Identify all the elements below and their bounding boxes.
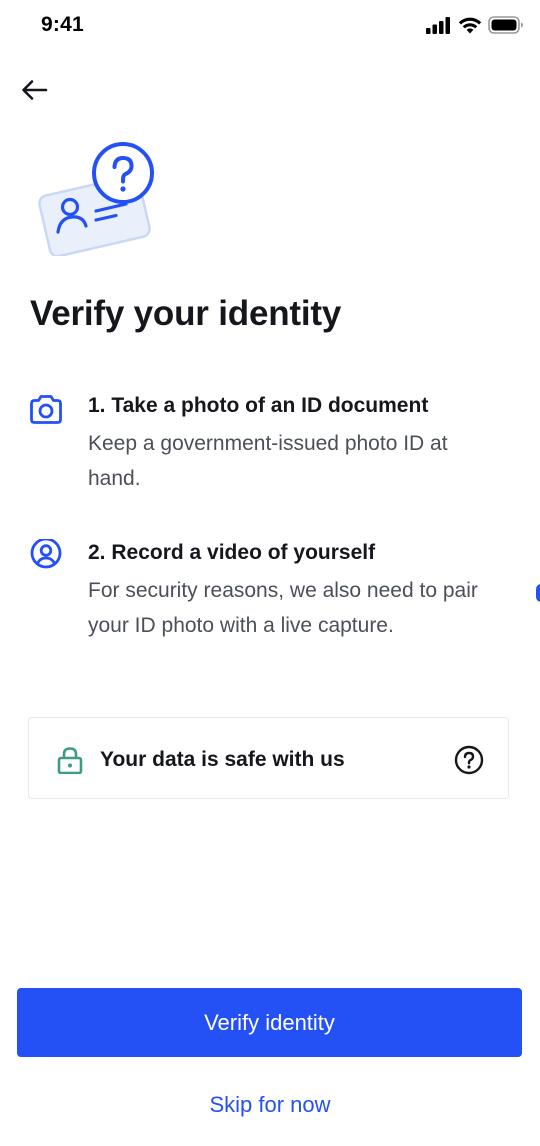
step-title: 2. Record a video of yourself	[88, 541, 376, 564]
battery-icon	[488, 16, 523, 34]
skip-for-now-link[interactable]: Skip for now	[0, 1090, 540, 1120]
page-title: Verify your identity	[30, 294, 342, 333]
data-safety-card[interactable]: Your data is safe with us	[28, 717, 509, 799]
status-bar: 9:41	[0, 0, 540, 56]
camera-icon	[30, 395, 62, 424]
back-button[interactable]	[16, 72, 52, 108]
wifi-icon	[458, 17, 482, 34]
step-description: For security reasons, we also need to pa…	[88, 579, 478, 637]
signal-icon	[426, 17, 450, 34]
verify-identity-button[interactable]: Verify identity	[17, 988, 522, 1057]
step-description: Keep a government-issued photo ID at han…	[88, 432, 448, 490]
id-card-question-icon	[38, 142, 154, 256]
question-circle-icon[interactable]	[454, 745, 484, 775]
edge-indicator	[536, 584, 540, 602]
step-title: 1. Take a photo of an ID document	[88, 394, 429, 417]
safety-text: Your data is safe with us	[100, 748, 345, 771]
arrow-left-icon	[22, 80, 48, 100]
status-time: 9:41	[41, 13, 84, 36]
user-circle-icon	[30, 539, 62, 569]
status-icons	[426, 16, 524, 34]
lock-icon	[57, 747, 83, 774]
